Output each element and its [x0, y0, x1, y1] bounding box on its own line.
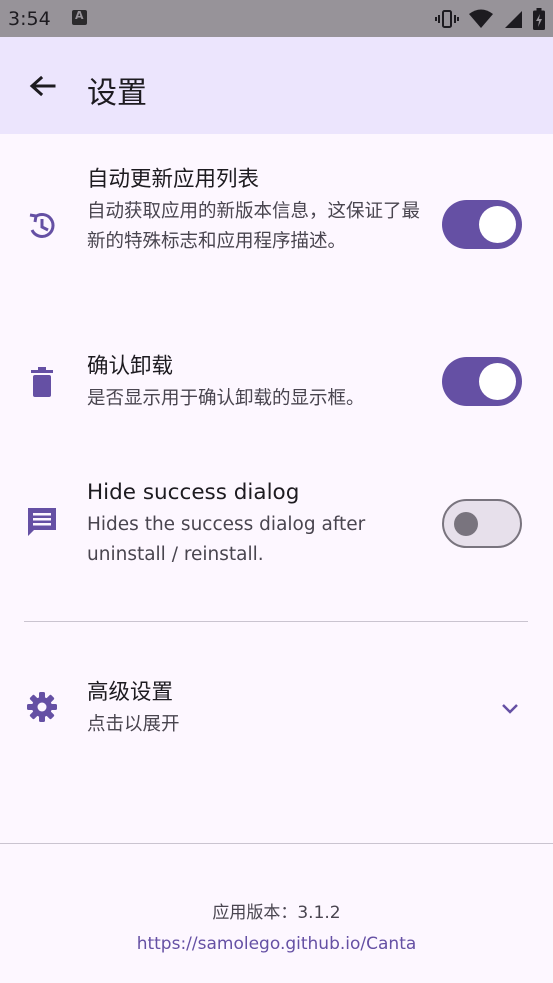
toggle-knob: [479, 206, 516, 243]
setting-description: 自动获取应用的新版本信息，这保证了最新的特殊标志和应用程序描述。: [87, 201, 421, 252]
notification-a-icon: [72, 9, 87, 25]
status-time: 3:54: [8, 8, 51, 30]
setting-description: 是否显示用于确认卸载的显示框。: [87, 388, 365, 409]
advanced-settings-title: 高级设置: [87, 680, 174, 705]
toggle-knob: [454, 512, 478, 536]
setting-title: 确认卸载: [87, 354, 174, 379]
project-link[interactable]: https://samolego.github.io/Canta: [0, 934, 553, 954]
section-divider: [24, 621, 528, 622]
battery-icon: [533, 8, 545, 30]
setting-auto-update[interactable]: 自动更新应用列表 自动获取应用的新版本信息，这保证了最新的特殊标志和应用程序描述…: [0, 160, 553, 300]
advanced-settings-text: 高级设置 点击以展开: [87, 678, 422, 740]
toggle-knob: [479, 363, 516, 400]
setting-description: Hides the success dialog after uninstall…: [87, 514, 366, 565]
gear-icon: [24, 689, 60, 725]
chevron-down-icon: [502, 704, 518, 714]
setting-auto-update-text: 自动更新应用列表 自动获取应用的新版本信息，这保证了最新的特殊标志和应用程序描述…: [87, 165, 422, 257]
arrow-back-icon: [29, 75, 56, 97]
status-icons: [435, 8, 545, 30]
signal-icon: [505, 11, 522, 28]
app-version: 应用版本：3.1.2: [212, 903, 341, 923]
setting-confirm-uninstall-text: 确认卸载 是否显示用于确认卸载的显示框。: [87, 352, 422, 414]
footer-divider: [0, 843, 553, 844]
confirm-uninstall-toggle[interactable]: [442, 357, 522, 406]
back-button[interactable]: [22, 67, 62, 107]
setting-hide-success-dialog-text: Hide success dialog Hides the success di…: [87, 478, 422, 570]
update-history-icon: [24, 208, 60, 244]
advanced-settings-row[interactable]: 高级设置 点击以展开: [0, 676, 553, 746]
advanced-settings-subtitle: 点击以展开: [87, 714, 180, 735]
setting-title: Hide success dialog: [87, 480, 300, 505]
setting-title: 自动更新应用列表: [87, 167, 260, 192]
auto-update-toggle[interactable]: [442, 200, 522, 249]
setting-confirm-uninstall[interactable]: 确认卸载 是否显示用于确认卸载的显示框。: [0, 350, 553, 430]
top-app-bar: 设置: [0, 37, 553, 134]
message-icon: [24, 504, 60, 540]
wifi-icon: [469, 9, 493, 28]
page-title: 设置: [87, 76, 147, 111]
setting-hide-success-dialog[interactable]: Hide success dialog Hides the success di…: [0, 476, 553, 576]
status-bar: 3:54: [0, 0, 553, 37]
expand-button[interactable]: [496, 694, 524, 722]
vibrate-icon: [435, 10, 459, 28]
hide-success-dialog-toggle[interactable]: [442, 499, 522, 548]
trash-icon: [24, 365, 60, 401]
